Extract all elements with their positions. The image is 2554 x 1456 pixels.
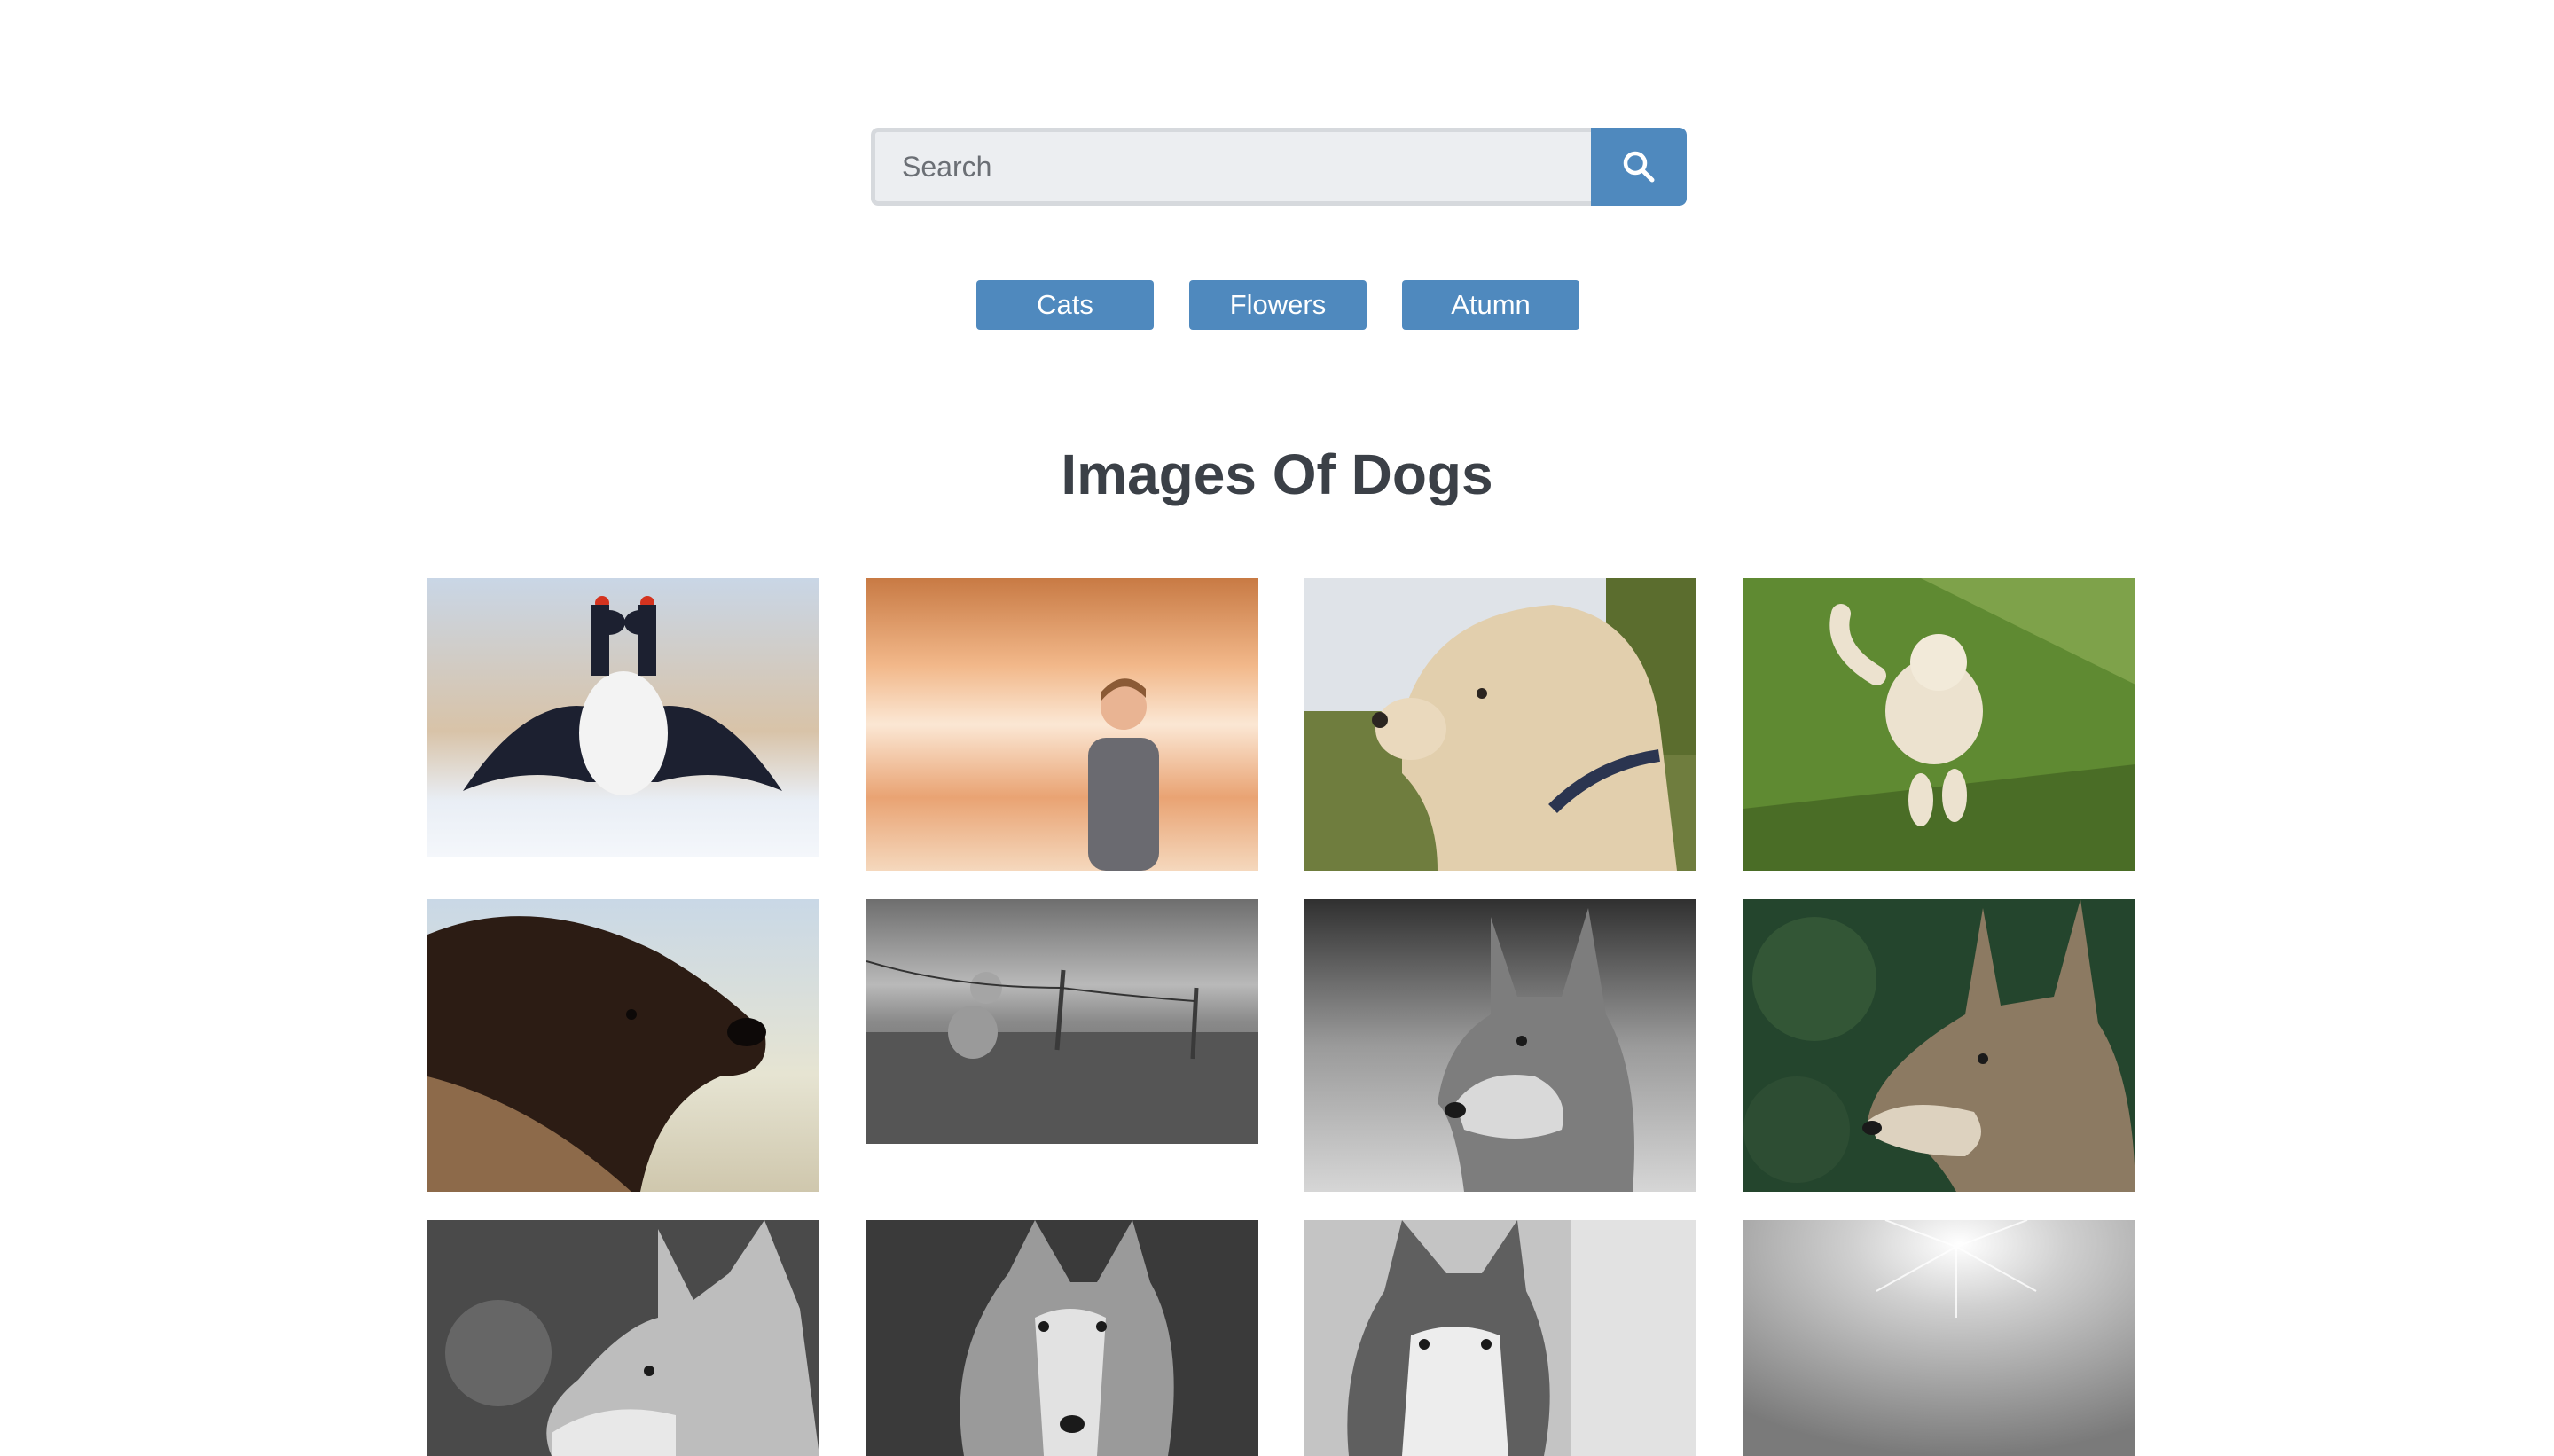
- gallery-image[interactable]: [427, 578, 819, 857]
- page: Cats Flowers Atumn Images Of Dogs: [0, 0, 2554, 1456]
- gallery-image[interactable]: [427, 1220, 819, 1456]
- gallery-image[interactable]: [1743, 899, 2135, 1192]
- image-gallery: [0, 0, 2554, 1456]
- gallery-image[interactable]: [866, 899, 1258, 1144]
- gallery-image[interactable]: [866, 578, 1258, 871]
- gallery-image[interactable]: [1304, 578, 1696, 871]
- gallery-image[interactable]: [1743, 1220, 2135, 1456]
- gallery-image[interactable]: [1743, 578, 2135, 871]
- gallery-image[interactable]: [1304, 1220, 1696, 1456]
- gallery-image[interactable]: [1304, 899, 1696, 1192]
- gallery-image[interactable]: [866, 1220, 1258, 1456]
- gallery-image[interactable]: [427, 899, 819, 1192]
